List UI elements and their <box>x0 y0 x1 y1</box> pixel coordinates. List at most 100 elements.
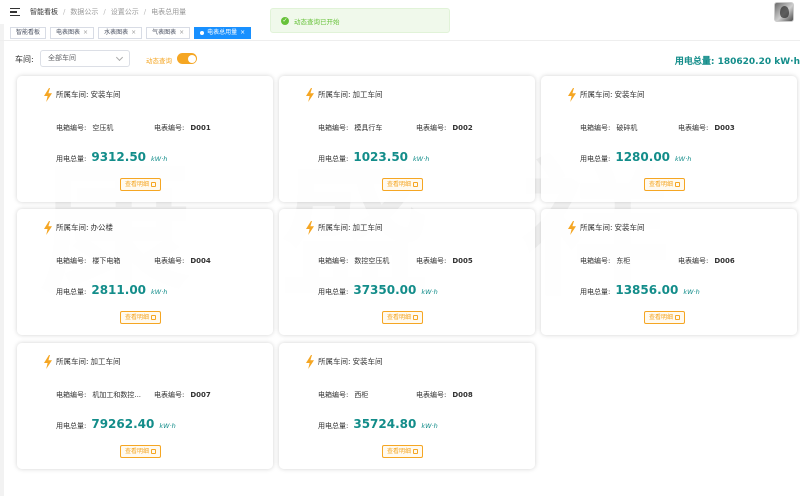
meter-card: 所属车间: 安装车间 电箱编号: 西柜 电表编号: D008 用电总量: 35724.80 kW… <box>279 343 535 469</box>
lightning-icon <box>43 221 53 235</box>
workshop-value: 加工车间 <box>352 223 383 232</box>
usage-row: 用电总量: 37350.00 kW·h <box>318 283 438 297</box>
meter-label: 电表编号: <box>154 124 185 132</box>
box-row: 电箱编号: 楼下电箱 <box>56 256 120 266</box>
workshop-label: 所属车间: <box>56 223 89 232</box>
detail-icon <box>151 449 156 454</box>
usage-unit: kW·h <box>159 422 176 430</box>
meter-row: 电表编号: D001 <box>154 123 211 133</box>
view-detail-button[interactable]: 查看明细 <box>120 445 161 458</box>
meter-value: D002 <box>452 124 473 132</box>
box-label: 电箱编号: <box>56 391 87 399</box>
box-value: 东柜 <box>616 257 631 265</box>
box-value: 西柜 <box>354 391 369 399</box>
lightning-icon <box>43 88 53 102</box>
view-detail-button[interactable]: 查看明细 <box>120 311 161 324</box>
usage-value: 35724.80 <box>353 417 417 431</box>
view-detail-label: 查看明细 <box>387 314 412 321</box>
lightning-icon <box>43 355 53 369</box>
lightning-icon <box>305 221 315 235</box>
card-header: 所属车间: 加工车间 <box>43 355 121 369</box>
meter-card: 所属车间: 安装车间 电箱编号: 破碎机 电表编号: D003 用电总量: 1280.00 kW… <box>541 76 797 202</box>
meter-row: 电表编号: D002 <box>416 123 473 133</box>
box-value: 空压机 <box>92 124 114 132</box>
toast-message: 动态查询已开始 <box>294 17 340 26</box>
lightning-icon <box>567 88 577 102</box>
meter-card: 所属车间: 加工车间电箱编号: 数控空压机 电表编号: D005 用电总量: 37350.0… <box>279 209 535 335</box>
card-header: 所属车间: 加工车间 <box>305 221 383 235</box>
view-detail-label: 查看明细 <box>125 314 150 321</box>
box-label: 电箱编号: <box>580 124 611 132</box>
box-value: 机加工和数控... <box>92 391 142 399</box>
box-row: 电箱编号: 空压机 <box>56 123 113 133</box>
detail-icon <box>151 315 156 320</box>
lightning-icon <box>305 88 315 102</box>
workshop-label: 所属车间: <box>580 223 613 232</box>
usage-row: 用电总量: 79262.40 kW·h <box>56 417 176 431</box>
card-header: 所属车间: 安装车间 <box>567 221 645 235</box>
view-detail-button[interactable]: 查看明细 <box>644 311 685 324</box>
view-detail-label: 查看明细 <box>649 314 674 321</box>
view-detail-button[interactable]: 查看明细 <box>382 311 423 324</box>
detail-icon <box>151 182 156 187</box>
box-label: 电箱编号: <box>56 124 87 132</box>
meter-label: 电表编号: <box>678 124 709 132</box>
card-header: 所属车间: 安装车间 <box>305 355 383 369</box>
meter-label: 电表编号: <box>416 391 447 399</box>
check-circle-icon: ✓ <box>281 16 289 25</box>
view-detail-button[interactable]: 查看明细 <box>382 445 423 458</box>
usage-unit: kW·h <box>421 422 438 430</box>
box-value: 楼下电箱 <box>92 257 121 265</box>
workshop-label: 所属车间: <box>56 90 89 99</box>
usage-value: 13856.00 <box>615 283 679 297</box>
box-value: 破碎机 <box>616 124 638 132</box>
meter-row: 电表编号: D005 <box>416 256 473 266</box>
usage-unit: kW·h <box>683 288 700 296</box>
usage-label: 用电总量: <box>56 422 87 430</box>
meter-label: 电表编号: <box>154 257 185 265</box>
meter-card-grid: 所属车间: 安装车间 电箱编号: 空压机 电表编号: D001 用电总量: 9312.50 kW… <box>0 0 800 496</box>
workshop-value: 加工车间 <box>352 90 383 99</box>
lightning-icon <box>567 221 577 235</box>
lightning-icon <box>305 355 315 369</box>
usage-row: 用电总量: 2811.00 kW·h <box>56 283 167 297</box>
view-detail-label: 查看明细 <box>649 181 674 188</box>
usage-unit: kW·h <box>151 155 168 163</box>
usage-label: 用电总量: <box>318 155 349 163</box>
meter-card: 所属车间: 加工车间 电箱编号: 模具行车 电表编号: D002 用电总量: 1023.50 k… <box>279 76 535 202</box>
workshop-value: 加工车间 <box>90 357 121 366</box>
meter-card: 所属车间: 安装车间 电箱编号: 东柜 电表编号: D006 用电总量: 13856.00 kW… <box>541 209 797 335</box>
detail-icon <box>413 449 418 454</box>
view-detail-label: 查看明细 <box>387 181 412 188</box>
usage-value: 1023.50 <box>353 150 409 164</box>
box-label: 电箱编号: <box>318 124 349 132</box>
usage-label: 用电总量: <box>580 288 611 296</box>
detail-icon <box>413 315 418 320</box>
usage-value: 79262.40 <box>91 417 155 431</box>
view-detail-button[interactable]: 查看明细 <box>382 178 423 191</box>
workshop-value: 安装车间 <box>90 90 121 99</box>
meter-row: 电表编号: D006 <box>678 256 735 266</box>
usage-unit: kW·h <box>151 288 168 296</box>
usage-label: 用电总量: <box>56 155 87 163</box>
view-detail-button[interactable]: 查看明细 <box>120 178 161 191</box>
view-detail-label: 查看明细 <box>387 448 412 455</box>
usage-unit: kW·h <box>413 155 430 163</box>
card-header: 所属车间: 安装车间 <box>567 88 645 102</box>
usage-label: 用电总量: <box>318 288 349 296</box>
view-detail-button[interactable]: 查看明细 <box>644 178 685 191</box>
box-row: 电箱编号: 机加工和数控... <box>56 390 141 400</box>
workshop-value: 办公楼 <box>90 223 114 232</box>
meter-label: 电表编号: <box>416 124 447 132</box>
box-row: 电箱编号: 数控空压机 <box>318 256 389 266</box>
meter-card: 所属车间: 安装车间 电箱编号: 空压机 电表编号: D001 用电总量: 9312.50 kW… <box>17 76 273 202</box>
usage-row: 用电总量: 1023.50 kW·h <box>318 150 429 164</box>
usage-label: 用电总量: <box>56 288 87 296</box>
card-header: 所属车间: 办公楼 <box>43 221 114 235</box>
workshop-label: 所属车间: <box>56 357 89 366</box>
box-label: 电箱编号: <box>56 257 87 265</box>
meter-row: 电表编号: D008 <box>416 390 473 400</box>
meter-value: D005 <box>452 257 473 265</box>
usage-label: 用电总量: <box>580 155 611 163</box>
meter-card: 所属车间: 办公楼 电箱编号: 楼下电箱 电表编号: D004 用电总量: 2811.00 kW… <box>17 209 273 335</box>
